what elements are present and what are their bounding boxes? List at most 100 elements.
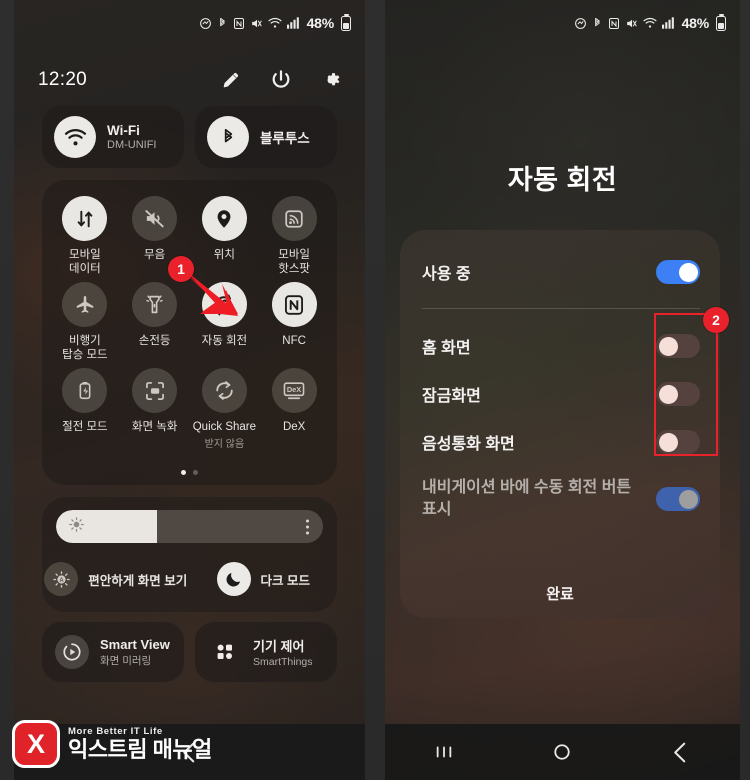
signal-icon bbox=[286, 17, 300, 29]
screen-record-icon bbox=[132, 368, 178, 413]
page-dot-1[interactable] bbox=[181, 470, 186, 475]
brightness-slider[interactable] bbox=[56, 510, 323, 543]
home-screen-label: 홈 화면 bbox=[422, 340, 471, 357]
dark-mode-button[interactable]: 다크 모드 bbox=[190, 562, 338, 596]
annotation-badge-2: 2 bbox=[703, 307, 729, 333]
navbar-rotate-button-toggle[interactable] bbox=[656, 487, 700, 511]
brightness-card: A 편안하게 화면 보기 다크 모드 bbox=[42, 497, 337, 612]
watermark: X More Better IT Life 익스트림 매뉴얼 bbox=[12, 718, 212, 770]
airplane-mode-label: 비행기 탑승 모드 bbox=[62, 335, 108, 361]
mobile-hotspot-label: 모바일 핫스팟 bbox=[278, 249, 310, 275]
navbar-rotate-button-label: 내비게이션 바에 수동 회전 버튼 표시 bbox=[422, 479, 632, 518]
watermark-tagline: More Better IT Life bbox=[68, 726, 163, 737]
device-control-tile[interactable]: 기기 제어 SmartThings bbox=[195, 622, 337, 682]
screenshot-root: 48% 12:20 Wi-Fi DM-UNIFI 블루투스 모바일 데이터 무음… bbox=[0, 0, 750, 780]
auto-rotate-master-toggle[interactable] bbox=[656, 260, 700, 284]
nfc-icon bbox=[233, 17, 245, 30]
navigation-bar-right bbox=[385, 724, 740, 780]
lock-screen-label: 잠금화면 bbox=[422, 388, 481, 405]
voice-call-screen-label: 음성통화 화면 bbox=[422, 436, 515, 453]
status-bar-right: 48% bbox=[385, 0, 740, 46]
airplane-mode-tile[interactable]: 비행기 탑승 모드 bbox=[50, 282, 120, 362]
watermark-brand: 익스트림 매뉴얼 bbox=[68, 737, 212, 762]
annotation-badge-1: 1 bbox=[168, 256, 194, 282]
eye-comfort-label: 편안하게 화면 보기 bbox=[88, 573, 188, 588]
brightness-more-button[interactable] bbox=[306, 519, 309, 534]
power-saving-label: 절전 모드 bbox=[62, 421, 108, 433]
auto-rotate-master-label: 사용 중 bbox=[422, 266, 471, 283]
bluetooth-tile[interactable]: 블루투스 bbox=[195, 106, 337, 168]
svg-text:DeX: DeX bbox=[287, 384, 301, 393]
auto-rotate-label: 자동 회전 bbox=[201, 335, 248, 347]
wifi-tile-title: Wi-Fi bbox=[107, 123, 140, 138]
smart-view-title: Smart View bbox=[100, 636, 170, 652]
dex-tile[interactable]: DeX DeX bbox=[259, 368, 329, 450]
screen-recorder-tile[interactable]: 화면 녹화 bbox=[120, 368, 190, 450]
battery-percent-label: 48% bbox=[681, 15, 710, 31]
bluetooth-icon bbox=[592, 16, 603, 30]
nfc-label: NFC bbox=[282, 335, 306, 347]
smart-view-tile[interactable]: Smart View 화면 미러링 bbox=[42, 622, 184, 682]
nav-back-button[interactable] bbox=[654, 732, 708, 772]
navbar-rotate-button-row[interactable]: 내비게이션 바에 수동 회전 버튼 표시 bbox=[422, 475, 700, 523]
auto-rotate-master-row[interactable]: 사용 중 bbox=[422, 250, 700, 294]
nav-recents-button[interactable] bbox=[417, 732, 471, 772]
quick-share-sublabel: 받지 않음 bbox=[204, 439, 245, 450]
nfc-tile[interactable]: NFC bbox=[259, 282, 329, 362]
data-arrows-icon bbox=[62, 196, 108, 241]
mobile-hotspot-tile[interactable]: 모바일 핫스팟 bbox=[259, 196, 329, 276]
nav-home-button[interactable] bbox=[535, 732, 589, 772]
dex-icon: DeX bbox=[271, 368, 317, 413]
status-bar-left: 48% bbox=[14, 0, 365, 46]
bluetooth-tile-title: 블루투스 bbox=[260, 131, 310, 146]
clock-label: 12:20 bbox=[38, 69, 88, 90]
svg-text:A: A bbox=[59, 578, 64, 584]
smartthings-grid-icon bbox=[208, 635, 242, 669]
dex-label: DeX bbox=[282, 421, 306, 433]
settings-gear-icon[interactable] bbox=[319, 68, 343, 92]
mute-icon bbox=[625, 17, 638, 30]
moon-icon bbox=[216, 562, 251, 596]
brightness-shortcuts: A 편안하게 화면 보기 다크 모드 bbox=[42, 557, 337, 601]
brightness-slider-fill bbox=[56, 510, 158, 543]
dialog-divider bbox=[422, 308, 700, 309]
battery-icon bbox=[341, 13, 351, 31]
page-indicator bbox=[42, 470, 337, 475]
page-dot-2[interactable] bbox=[193, 470, 198, 475]
dark-mode-label: 다크 모드 bbox=[260, 573, 310, 588]
wifi-icon bbox=[643, 17, 657, 29]
bottom-tiles: Smart View 화면 미러링 기기 제어 SmartThings bbox=[42, 622, 337, 682]
quick-settings-header: 12:20 bbox=[14, 62, 365, 98]
location-tile[interactable]: 위치 bbox=[190, 196, 260, 276]
edit-pencil-icon[interactable] bbox=[219, 68, 243, 92]
power-saving-tile[interactable]: 절전 모드 bbox=[50, 368, 120, 450]
mute-icon bbox=[250, 17, 263, 30]
flashlight-tile[interactable]: 손전등 bbox=[120, 282, 190, 362]
quick-share-label: Quick Share bbox=[192, 421, 257, 433]
mobile-data-tile[interactable]: 모바일 데이터 bbox=[50, 196, 120, 276]
battery-saver-icon bbox=[62, 368, 108, 413]
dialog-title: 자동 회전 bbox=[507, 165, 618, 195]
signal-icon bbox=[661, 17, 675, 29]
hotspot-icon bbox=[271, 196, 317, 241]
left-phone-screen: 48% 12:20 Wi-Fi DM-UNIFI 블루투스 모바일 데이터 무음… bbox=[14, 0, 365, 780]
location-label: 위치 bbox=[213, 249, 235, 261]
dnd-icon bbox=[199, 17, 212, 30]
eye-comfort-shield-button[interactable]: A 편안하게 화면 보기 bbox=[42, 562, 190, 596]
annotation-highlight-rect bbox=[654, 313, 718, 456]
wifi-icon bbox=[54, 116, 96, 158]
device-control-subtitle: SmartThings bbox=[253, 656, 313, 668]
dialog-done-button[interactable]: 완료 bbox=[400, 583, 720, 604]
smart-view-subtitle: 화면 미러링 bbox=[100, 654, 152, 667]
wifi-icon bbox=[268, 17, 282, 29]
smart-view-icon bbox=[55, 635, 89, 669]
quick-share-tile[interactable]: Quick Share 받지 않음 bbox=[190, 368, 260, 450]
screen-recorder-label: 화면 녹화 bbox=[131, 421, 178, 433]
power-icon[interactable] bbox=[269, 68, 293, 92]
quick-settings-grid: 모바일 데이터 무음 위치 모바일 핫스팟 비행기 탑승 모드 손전등 자동 회… bbox=[50, 196, 329, 450]
airplane-icon bbox=[62, 282, 108, 327]
battery-percent-label: 48% bbox=[306, 15, 335, 31]
eye-comfort-icon: A bbox=[44, 562, 79, 596]
location-pin-icon bbox=[201, 196, 247, 241]
wifi-tile[interactable]: Wi-Fi DM-UNIFI bbox=[42, 106, 184, 168]
